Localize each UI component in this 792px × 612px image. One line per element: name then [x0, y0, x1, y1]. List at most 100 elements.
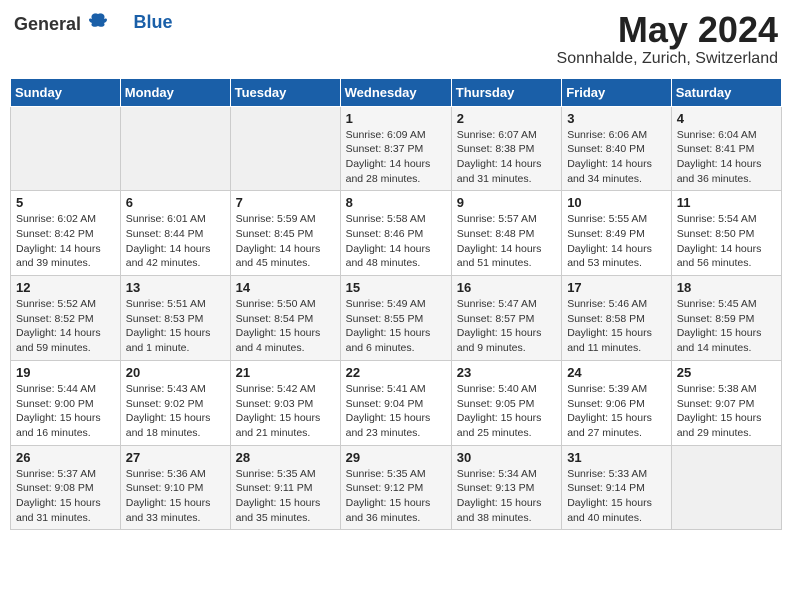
- calendar-week-row: 26 Sunrise: 5:37 AM Sunset: 9:08 PM Dayli…: [11, 445, 782, 530]
- day-detail: Sunrise: 5:39 AM Sunset: 9:06 PM Dayligh…: [567, 382, 666, 441]
- calendar-week-row: 12 Sunrise: 5:52 AM Sunset: 8:52 PM Dayli…: [11, 276, 782, 361]
- day-detail: Sunrise: 6:02 AM Sunset: 8:42 PM Dayligh…: [16, 212, 115, 271]
- day-number: 29: [346, 450, 446, 465]
- calendar-cell: 19 Sunrise: 5:44 AM Sunset: 9:00 PM Dayli…: [11, 360, 121, 445]
- day-detail: Sunrise: 5:45 AM Sunset: 8:59 PM Dayligh…: [677, 297, 776, 356]
- day-detail: Sunrise: 5:52 AM Sunset: 8:52 PM Dayligh…: [16, 297, 115, 356]
- day-detail: Sunrise: 5:33 AM Sunset: 9:14 PM Dayligh…: [567, 467, 666, 526]
- day-number: 11: [677, 195, 776, 210]
- day-number: 6: [126, 195, 225, 210]
- day-detail: Sunrise: 5:59 AM Sunset: 8:45 PM Dayligh…: [236, 212, 335, 271]
- day-detail: Sunrise: 5:50 AM Sunset: 8:54 PM Dayligh…: [236, 297, 335, 356]
- logo-general: General: [14, 10, 108, 35]
- title-area: May 2024 Sonnhalde, Zurich, Switzerland: [557, 10, 778, 68]
- calendar-cell: 15 Sunrise: 5:49 AM Sunset: 8:55 PM Dayli…: [340, 276, 451, 361]
- calendar-cell: [230, 106, 340, 191]
- calendar-cell: 29 Sunrise: 5:35 AM Sunset: 9:12 PM Dayli…: [340, 445, 451, 530]
- day-detail: Sunrise: 6:01 AM Sunset: 8:44 PM Dayligh…: [126, 212, 225, 271]
- month-title: May 2024: [557, 10, 778, 50]
- day-number: 7: [236, 195, 335, 210]
- weekday-header-saturday: Saturday: [671, 78, 781, 106]
- calendar-cell: 25Sunrise: 5:38 AM Sunset: 9:07 PM Dayli…: [671, 360, 781, 445]
- day-number: 30: [457, 450, 556, 465]
- day-number: 27: [126, 450, 225, 465]
- calendar-cell: 2 Sunrise: 6:07 AM Sunset: 8:38 PM Daylig…: [451, 106, 561, 191]
- day-detail: Sunrise: 5:44 AM Sunset: 9:00 PM Dayligh…: [16, 382, 115, 441]
- calendar-cell: 13 Sunrise: 5:51 AM Sunset: 8:53 PM Dayli…: [120, 276, 230, 361]
- calendar-cell: 22 Sunrise: 5:41 AM Sunset: 9:04 PM Dayli…: [340, 360, 451, 445]
- calendar-cell: 24 Sunrise: 5:39 AM Sunset: 9:06 PM Dayli…: [562, 360, 672, 445]
- calendar-cell: 30 Sunrise: 5:34 AM Sunset: 9:13 PM Dayli…: [451, 445, 561, 530]
- day-number: 8: [346, 195, 446, 210]
- calendar-cell: 1 Sunrise: 6:09 AM Sunset: 8:37 PM Daylig…: [340, 106, 451, 191]
- weekday-header-friday: Friday: [562, 78, 672, 106]
- day-detail: Sunrise: 5:42 AM Sunset: 9:03 PM Dayligh…: [236, 382, 335, 441]
- calendar-cell: 6 Sunrise: 6:01 AM Sunset: 8:44 PM Daylig…: [120, 191, 230, 276]
- day-detail: Sunrise: 6:04 AM Sunset: 8:41 PM Dayligh…: [677, 128, 776, 187]
- day-detail: Sunrise: 5:47 AM Sunset: 8:57 PM Dayligh…: [457, 297, 556, 356]
- day-detail: Sunrise: 5:49 AM Sunset: 8:55 PM Dayligh…: [346, 297, 446, 356]
- page-header: General Blue May 2024 Sonnhalde, Zurich,…: [10, 10, 782, 68]
- calendar-cell: 5 Sunrise: 6:02 AM Sunset: 8:42 PM Daylig…: [11, 191, 121, 276]
- calendar-cell: [120, 106, 230, 191]
- calendar-week-row: 1 Sunrise: 6:09 AM Sunset: 8:37 PM Daylig…: [11, 106, 782, 191]
- calendar-cell: 18 Sunrise: 5:45 AM Sunset: 8:59 PM Dayli…: [671, 276, 781, 361]
- day-number: 23: [457, 365, 556, 380]
- day-detail: Sunrise: 5:55 AM Sunset: 8:49 PM Dayligh…: [567, 212, 666, 271]
- day-detail: Sunrise: 5:46 AM Sunset: 8:58 PM Dayligh…: [567, 297, 666, 356]
- day-number: 15: [346, 280, 446, 295]
- day-number: 24: [567, 365, 666, 380]
- day-number: 26: [16, 450, 115, 465]
- day-detail: Sunrise: 5:37 AM Sunset: 9:08 PM Dayligh…: [16, 467, 115, 526]
- calendar-cell: 26 Sunrise: 5:37 AM Sunset: 9:08 PM Dayli…: [11, 445, 121, 530]
- calendar-cell: 16 Sunrise: 5:47 AM Sunset: 8:57 PM Dayli…: [451, 276, 561, 361]
- day-detail: Sunrise: 5:51 AM Sunset: 8:53 PM Dayligh…: [126, 297, 225, 356]
- day-number: 21: [236, 365, 335, 380]
- day-number: 4: [677, 111, 776, 126]
- day-number: 3: [567, 111, 666, 126]
- calendar-cell: 7 Sunrise: 5:59 AM Sunset: 8:45 PM Daylig…: [230, 191, 340, 276]
- calendar-cell: 28Sunrise: 5:35 AM Sunset: 9:11 PM Dayli…: [230, 445, 340, 530]
- day-number: 17: [567, 280, 666, 295]
- day-detail: Sunrise: 5:35 AM Sunset: 9:12 PM Dayligh…: [346, 467, 446, 526]
- calendar-cell: 23Sunrise: 5:40 AM Sunset: 9:05 PM Dayli…: [451, 360, 561, 445]
- calendar-cell: 27 Sunrise: 5:36 AM Sunset: 9:10 PM Dayli…: [120, 445, 230, 530]
- calendar-cell: 17 Sunrise: 5:46 AM Sunset: 8:58 PM Dayli…: [562, 276, 672, 361]
- day-number: 1: [346, 111, 446, 126]
- calendar-cell: 8 Sunrise: 5:58 AM Sunset: 8:46 PM Daylig…: [340, 191, 451, 276]
- logo: General Blue: [14, 10, 173, 35]
- day-detail: Sunrise: 5:41 AM Sunset: 9:04 PM Dayligh…: [346, 382, 446, 441]
- calendar-table: SundayMondayTuesdayWednesdayThursdayFrid…: [10, 78, 782, 531]
- day-detail: Sunrise: 5:34 AM Sunset: 9:13 PM Dayligh…: [457, 467, 556, 526]
- calendar-cell: 20 Sunrise: 5:43 AM Sunset: 9:02 PM Dayli…: [120, 360, 230, 445]
- day-detail: Sunrise: 5:43 AM Sunset: 9:02 PM Dayligh…: [126, 382, 225, 441]
- day-number: 5: [16, 195, 115, 210]
- day-number: 20: [126, 365, 225, 380]
- day-detail: Sunrise: 5:54 AM Sunset: 8:50 PM Dayligh…: [677, 212, 776, 271]
- calendar-cell: 21 Sunrise: 5:42 AM Sunset: 9:03 PM Dayli…: [230, 360, 340, 445]
- calendar-cell: 10Sunrise: 5:55 AM Sunset: 8:49 PM Dayli…: [562, 191, 672, 276]
- day-number: 19: [16, 365, 115, 380]
- day-detail: Sunrise: 5:58 AM Sunset: 8:46 PM Dayligh…: [346, 212, 446, 271]
- calendar-cell: [11, 106, 121, 191]
- day-number: 12: [16, 280, 115, 295]
- weekday-header-monday: Monday: [120, 78, 230, 106]
- day-detail: Sunrise: 6:07 AM Sunset: 8:38 PM Dayligh…: [457, 128, 556, 187]
- weekday-header-row: SundayMondayTuesdayWednesdayThursdayFrid…: [11, 78, 782, 106]
- day-detail: Sunrise: 6:09 AM Sunset: 8:37 PM Dayligh…: [346, 128, 446, 187]
- location-title: Sonnhalde, Zurich, Switzerland: [557, 50, 778, 68]
- day-number: 16: [457, 280, 556, 295]
- logo-bird-icon: [88, 10, 108, 30]
- day-detail: Sunrise: 5:36 AM Sunset: 9:10 PM Dayligh…: [126, 467, 225, 526]
- day-detail: Sunrise: 5:57 AM Sunset: 8:48 PM Dayligh…: [457, 212, 556, 271]
- calendar-cell: 3Sunrise: 6:06 AM Sunset: 8:40 PM Daylig…: [562, 106, 672, 191]
- day-number: 25: [677, 365, 776, 380]
- day-number: 18: [677, 280, 776, 295]
- weekday-header-sunday: Sunday: [11, 78, 121, 106]
- calendar-cell: 9Sunrise: 5:57 AM Sunset: 8:48 PM Daylig…: [451, 191, 561, 276]
- day-number: 2: [457, 111, 556, 126]
- weekday-header-wednesday: Wednesday: [340, 78, 451, 106]
- day-number: 22: [346, 365, 446, 380]
- weekday-header-thursday: Thursday: [451, 78, 561, 106]
- day-number: 13: [126, 280, 225, 295]
